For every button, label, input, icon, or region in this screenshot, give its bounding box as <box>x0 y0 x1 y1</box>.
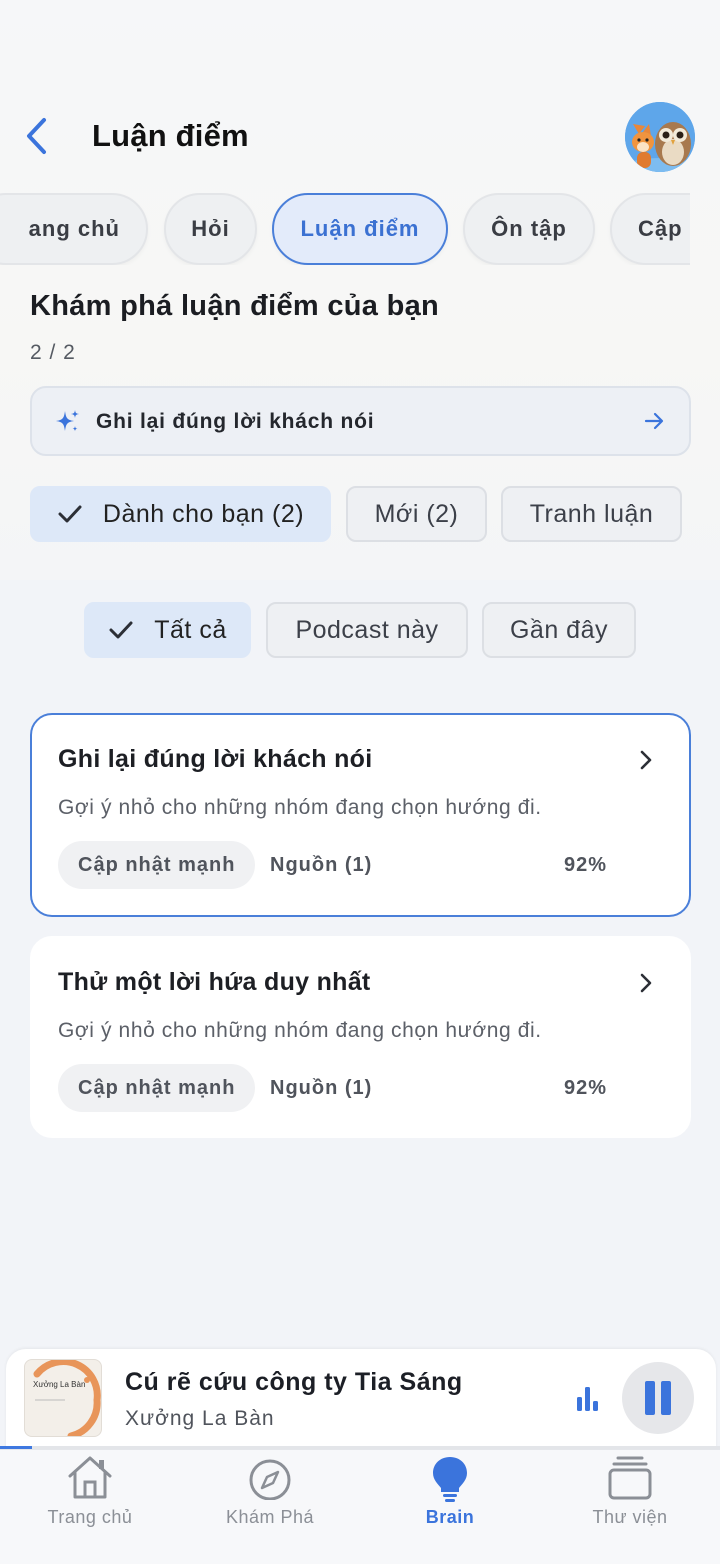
episode-title: Cú rẽ cứu công ty Tia Sáng <box>125 1368 463 1396</box>
argument-card[interactable]: Ghi lại đúng lời khách nói Gợi ý nhỏ cho… <box>30 713 691 917</box>
page-count: 2 / 2 <box>30 341 76 364</box>
tab-review[interactable]: Ôn tập <box>463 193 595 265</box>
card-confidence: 92% <box>563 1077 607 1099</box>
argument-card[interactable]: Thử một lời hứa duy nhất Gợi ý nhỏ cho n… <box>30 936 691 1138</box>
filter-label: Mới (2) <box>374 499 459 528</box>
equalizer-icon <box>577 1387 598 1411</box>
chevron-right-icon <box>640 750 652 770</box>
subfilter-all[interactable]: Tất cả <box>84 602 251 658</box>
nav-home[interactable]: Trang chủ <box>0 1450 180 1550</box>
pause-button[interactable] <box>622 1362 694 1434</box>
featured-argument-bar[interactable]: Ghi lại đúng lời khách nói <box>30 386 691 456</box>
filter-label: Dành cho bạn (2) <box>102 499 305 528</box>
card-confidence: 92% <box>563 854 607 876</box>
mini-player[interactable]: Xưởng La Bàn Cú rẽ cứu công ty Tia Sáng … <box>6 1349 716 1449</box>
tab-update[interactable]: Cập <box>610 193 690 265</box>
fox-owl-avatar-icon <box>625 102 695 172</box>
back-button[interactable] <box>16 114 56 158</box>
tab-label: Cập <box>638 216 683 241</box>
bottom-navigation: Trang chủ Khám Phá Brain Thư viện <box>0 1449 720 1564</box>
card-source[interactable]: Nguồn (1) <box>270 1077 372 1100</box>
lightbulb-icon <box>433 1457 467 1502</box>
check-icon <box>108 620 134 640</box>
check-icon <box>57 504 83 524</box>
subfilter-label: Gần đây <box>509 615 608 644</box>
card-description: Gợi ý nhỏ cho những nhóm đang chọn hướng… <box>58 796 542 819</box>
chevron-right-icon <box>640 973 652 993</box>
arrow-right-icon <box>644 412 664 430</box>
chevron-left-icon <box>27 118 46 154</box>
section-title: Khám phá luận điểm của bạn <box>30 290 440 322</box>
top-tabs: ang chủ Hỏi Luận điểm Ôn tập Cập <box>0 193 690 265</box>
podcast-cover: Xưởng La Bàn <box>24 1359 102 1437</box>
podcast-name: Xưởng La Bàn <box>125 1407 275 1430</box>
filter-new[interactable]: Mới (2) <box>346 486 487 542</box>
page-title: Luận điểm <box>92 118 249 153</box>
nav-discover[interactable]: Khám Phá <box>180 1450 360 1550</box>
tab-label: Ôn tập <box>491 216 567 241</box>
featured-argument-text: Ghi lại đúng lời khách nói <box>96 410 375 433</box>
pause-icon <box>645 1381 671 1415</box>
tab-label: Luận điểm <box>300 216 420 241</box>
filter-debate[interactable]: Tranh luận <box>501 486 682 542</box>
tab-ask[interactable]: Hỏi <box>164 193 257 265</box>
card-title: Ghi lại đúng lời khách nói <box>58 745 373 773</box>
tab-home[interactable]: ang chủ <box>0 193 148 265</box>
tab-label: Hỏi <box>191 216 230 241</box>
home-icon <box>68 1456 112 1499</box>
compass-icon <box>249 1459 291 1500</box>
cover-art-icon <box>33 1360 101 1436</box>
subfilter-this-podcast[interactable]: Podcast này <box>266 602 468 658</box>
subfilter-label: Podcast này <box>295 615 439 644</box>
nav-label: Khám Phá <box>225 1507 315 1527</box>
nav-brain[interactable]: Brain <box>360 1450 540 1550</box>
avatar[interactable] <box>625 102 695 172</box>
nav-label: Brain <box>425 1507 475 1527</box>
library-icon <box>608 1456 652 1500</box>
tab-arguments[interactable]: Luận điểm <box>272 193 448 265</box>
card-description: Gợi ý nhỏ cho những nhóm đang chọn hướng… <box>58 1019 542 1042</box>
nav-label: Trang chủ <box>47 1507 133 1527</box>
filter-for-you[interactable]: Dành cho bạn (2) <box>30 486 331 542</box>
sparkle-icon <box>56 410 79 432</box>
tab-label: ang chủ <box>28 216 120 241</box>
nav-label: Thư viện <box>592 1507 668 1527</box>
filter-label: Tranh luận <box>529 499 654 528</box>
subfilter-label: Tất cả <box>154 615 227 644</box>
card-title: Thử một lời hứa duy nhất <box>58 968 371 996</box>
card-source[interactable]: Nguồn (1) <box>270 854 372 877</box>
app-header: Luận điểm <box>0 100 720 176</box>
subfilter-recent[interactable]: Gần đây <box>482 602 636 658</box>
card-tag: Cập nhật mạnh <box>58 1064 256 1112</box>
nav-library[interactable]: Thư viện <box>540 1450 720 1550</box>
cover-title: Xưởng La Bàn <box>33 1380 86 1389</box>
card-tag: Cập nhật mạnh <box>58 841 256 889</box>
